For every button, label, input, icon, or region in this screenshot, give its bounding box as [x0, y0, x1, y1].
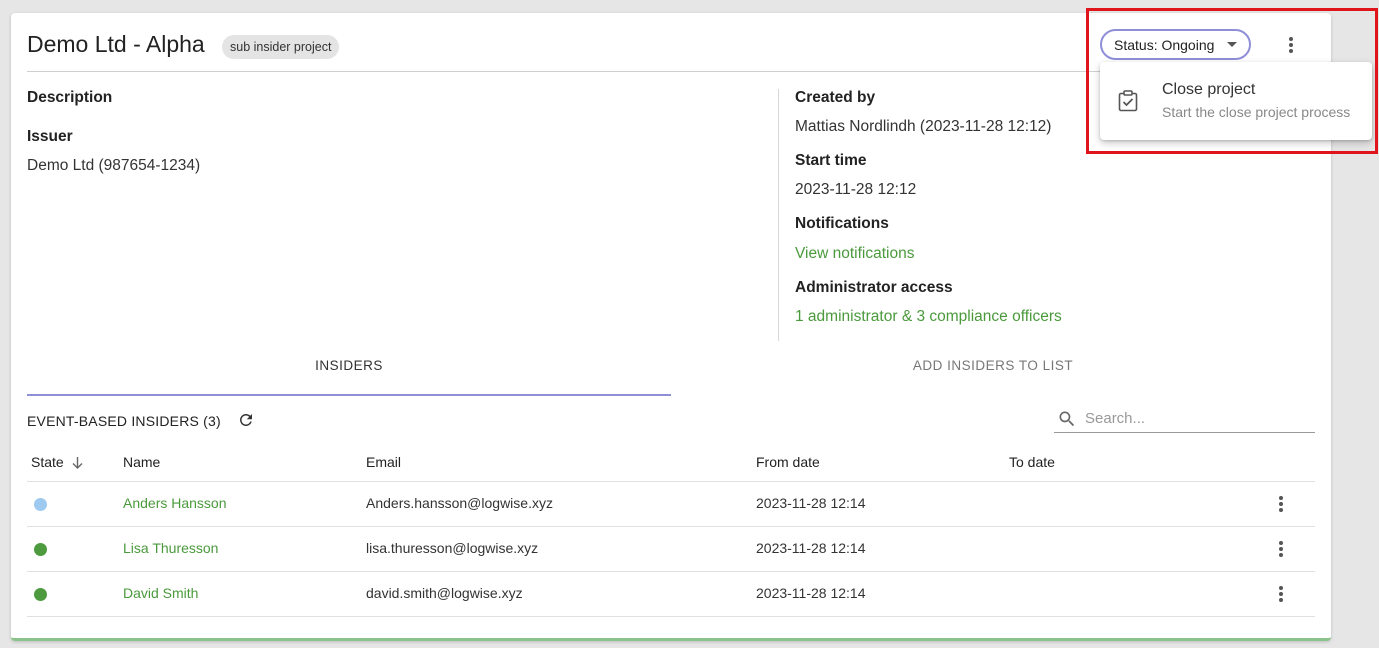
column-header-email[interactable]: Email — [366, 454, 401, 470]
insider-name-link[interactable]: Anders Hansson — [123, 495, 227, 511]
insider-name-link[interactable]: David Smith — [123, 585, 198, 601]
row-more-options-icon[interactable] — [1273, 494, 1289, 514]
issuer-value: Demo Ltd (987654-1234) — [27, 157, 201, 174]
more-options-icon[interactable] — [1282, 35, 1300, 59]
state-indicator — [34, 588, 47, 601]
clipboard-check-icon — [1118, 90, 1138, 112]
top-strip — [0, 0, 1379, 6]
menu-item-title: Close project — [1162, 81, 1256, 98]
caret-down-icon — [1227, 42, 1237, 47]
arrow-down-icon[interactable] — [71, 456, 84, 470]
column-header-state[interactable]: State — [31, 454, 64, 470]
tab-add-insiders[interactable]: ADD INSIDERS TO LIST — [671, 358, 1315, 373]
insider-email: lisa.thuresson@logwise.xyz — [366, 540, 539, 556]
state-indicator — [34, 543, 47, 556]
column-header-name[interactable]: Name — [123, 454, 160, 470]
insider-from-date: 2023-11-28 12:14 — [756, 495, 866, 511]
table-divider — [27, 481, 1315, 482]
search-icon — [1059, 411, 1075, 427]
admin-access-link[interactable]: 1 administrator & 3 compliance officers — [795, 308, 1062, 326]
page-title: Demo Ltd - Alpha — [27, 31, 205, 57]
project-type-badge: sub insider project — [222, 35, 340, 59]
description-label: Description — [27, 89, 113, 106]
column-header-from-date[interactable]: From date — [756, 454, 820, 470]
menu-item-close-project[interactable]: Close project Start the close project pr… — [1100, 62, 1372, 140]
created-by-label: Created by — [795, 89, 876, 106]
insider-from-date: 2023-11-28 12:14 — [756, 540, 866, 556]
status-label: Status: Ongoing — [1114, 36, 1215, 53]
insider-email: david.smith@logwise.xyz — [366, 585, 523, 601]
column-header-to-date[interactable]: To date — [1009, 454, 1055, 470]
insider-email: Anders.hansson@logwise.xyz — [366, 495, 553, 511]
issuer-label: Issuer — [27, 128, 73, 145]
row-more-options-icon[interactable] — [1273, 584, 1289, 604]
insider-from-date: 2023-11-28 12:14 — [756, 585, 866, 601]
view-notifications-link[interactable]: View notifications — [795, 245, 914, 263]
tab-insiders[interactable]: INSIDERS — [27, 358, 671, 373]
state-indicator — [34, 498, 47, 511]
active-tab-indicator — [27, 394, 671, 396]
row-divider — [27, 571, 1315, 572]
search-input[interactable] — [1085, 407, 1310, 429]
insider-name-link[interactable]: Lisa Thuresson — [123, 540, 218, 556]
row-divider — [27, 526, 1315, 527]
created-by-value: Mattias Nordlindh (2023-11-28 12:12) — [795, 118, 1052, 135]
search-field[interactable] — [1054, 405, 1315, 433]
project-actions-menu: Close project Start the close project pr… — [1100, 62, 1372, 140]
admin-access-label: Administrator access — [795, 279, 953, 296]
menu-item-subtitle: Start the close project process — [1162, 104, 1351, 120]
start-time-value: 2023-11-28 12:12 — [795, 181, 917, 198]
status-dropdown-button[interactable]: Status: Ongoing — [1100, 29, 1251, 60]
start-time-label: Start time — [795, 152, 867, 169]
refresh-icon[interactable] — [237, 411, 255, 429]
notifications-label: Notifications — [795, 215, 889, 232]
column-divider — [778, 89, 779, 341]
section-title: EVENT-BASED INSIDERS (3) — [27, 413, 221, 429]
row-more-options-icon[interactable] — [1273, 539, 1289, 559]
row-divider — [27, 616, 1315, 617]
